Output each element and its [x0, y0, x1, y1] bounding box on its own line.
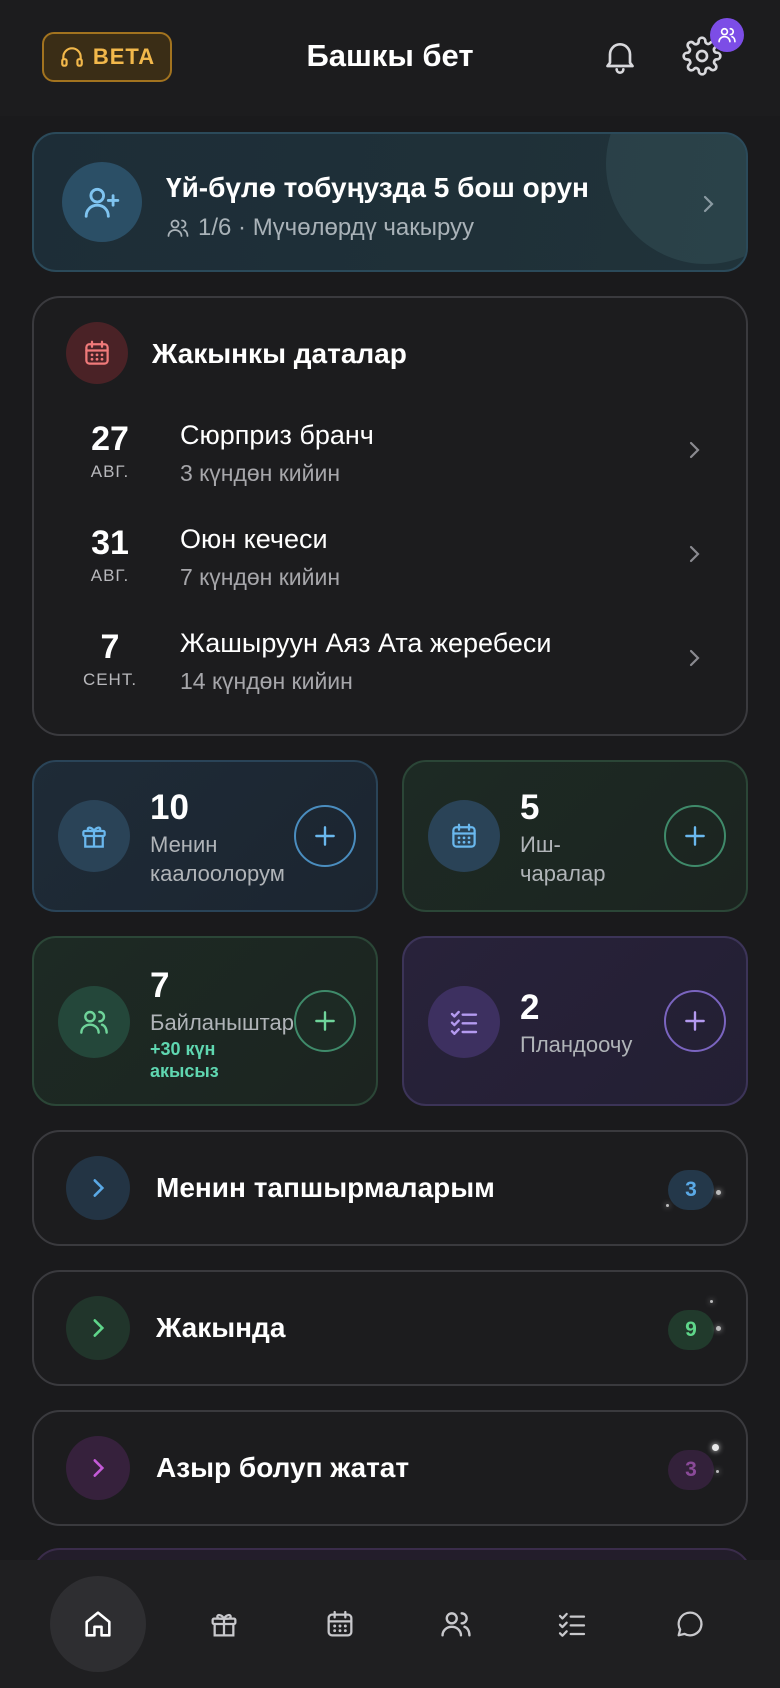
family-banner-subtitle-text: 1/6 · Мүчөлөрдү чакыруу [198, 214, 475, 241]
date-row[interactable]: 7 СЕНТ. Жашыруун Аяз Ата жеребеси 14 күн… [34, 618, 746, 718]
sparkle-decoration [710, 1300, 713, 1303]
add-wish-button[interactable] [294, 805, 356, 867]
events-label: Иш- чаралар [520, 830, 605, 888]
family-badge-icon [710, 18, 744, 52]
people-icon[interactable] [408, 1576, 504, 1672]
date-row[interactable]: 31 АВГ. Оюн кечеси 7 күндөн кийин [34, 514, 746, 614]
chevron-right-icon [66, 1156, 130, 1220]
date-month: АВГ. [90, 462, 130, 481]
wishlist-tile[interactable]: 10 Менин каалоолорум [32, 760, 378, 912]
sparkle-decoration [716, 1326, 721, 1331]
gift-icon [58, 800, 130, 872]
date-day: 7 [100, 628, 120, 666]
happening-now-label: Азыр болуп жатат [156, 1452, 410, 1483]
checklist-icon[interactable] [524, 1576, 620, 1672]
calendar-icon [428, 800, 500, 872]
upcoming-row[interactable]: Жакында 9 [32, 1270, 748, 1386]
family-banner-subtitle: 1/6 · Мүчөлөрдү чакыруу [166, 214, 474, 242]
chevron-right-icon [682, 542, 706, 566]
events-count: 5 [520, 788, 540, 827]
count-badge: 3 [668, 1170, 714, 1210]
event-countdown: 3 күндөн кийин [180, 460, 341, 486]
calendar-icon [66, 322, 128, 384]
planner-label: Пландоочу [520, 1032, 633, 1057]
add-event-button[interactable] [664, 805, 726, 867]
sparkle-decoration [716, 1190, 721, 1195]
planner-count: 2 [520, 988, 540, 1027]
sparkle-decoration [716, 1470, 719, 1473]
wishlist-label: Менин каалоолорум [150, 830, 285, 888]
chat-icon[interactable] [642, 1576, 738, 1672]
count-badge: 9 [668, 1310, 714, 1350]
event-name: Жашыруун Аяз Ата жеребеси [180, 628, 552, 658]
people-icon [58, 986, 130, 1058]
chevron-right-icon [682, 438, 706, 462]
date-month: СЕНТ. [82, 670, 138, 689]
events-label-line: чаралар [520, 861, 606, 886]
calendar-icon[interactable] [292, 1576, 388, 1672]
contacts-trial-note: +30 күн акысыз [150, 1038, 219, 1082]
my-tasks-row[interactable]: Менин тапшырмаларым 3 [32, 1130, 748, 1246]
sparkle-decoration [712, 1444, 719, 1451]
chevron-right-icon [682, 646, 706, 670]
upcoming-label: Жакында [156, 1312, 286, 1343]
checklist-icon [428, 986, 500, 1058]
sparkle-decoration [666, 1204, 669, 1207]
planner-tile[interactable]: 2 Пландоочу [402, 936, 748, 1106]
events-label-line: Иш- [520, 832, 561, 857]
date-month: АВГ. [90, 566, 130, 585]
date-row[interactable]: 27 АВГ. Сюрприз бранч 3 күндөн кийин [34, 410, 746, 510]
date-day: 27 [91, 420, 129, 458]
home-icon[interactable] [50, 1576, 146, 1672]
event-name: Оюн кечеси [180, 524, 328, 554]
my-tasks-label: Менин тапшырмаларым [156, 1172, 495, 1203]
bell-icon[interactable] [600, 36, 640, 76]
add-plan-button[interactable] [664, 990, 726, 1052]
wishlist-count: 10 [150, 788, 189, 827]
count-badge: 3 [668, 1450, 714, 1490]
wishlist-label-line: Менин [150, 832, 218, 857]
family-banner-title: Үй-бүлө тобуңузда 5 бош орун [166, 172, 589, 203]
event-countdown: 14 күндөн кийин [180, 668, 353, 694]
happening-now-row[interactable]: Азыр болуп жатат 3 [32, 1410, 748, 1526]
upcoming-dates-title: Жакынкы даталар [152, 338, 407, 369]
chevron-right-icon [66, 1436, 130, 1500]
family-group-banner[interactable]: Үй-бүлө тобуңузда 5 бош орун 1/6 · Мүчөл… [32, 132, 748, 272]
chevron-right-icon [66, 1296, 130, 1360]
contacts-trial-line: акысыз [150, 1061, 219, 1081]
contacts-label: Байланыштар [150, 1010, 294, 1035]
date-day: 31 [91, 524, 129, 562]
people-icon [166, 216, 190, 240]
contacts-count: 7 [150, 966, 170, 1005]
wishlist-label-line: каалоолорум [150, 861, 285, 886]
add-user-icon [62, 162, 142, 242]
contacts-trial-line: +30 күн [150, 1039, 216, 1059]
contacts-tile[interactable]: 7 Байланыштар +30 күн акысыз [32, 936, 378, 1106]
page-title: Башкы бет [306, 38, 474, 73]
chevron-right-icon [696, 192, 720, 216]
event-countdown: 7 күндөн кийин [180, 564, 341, 590]
events-tile[interactable]: 5 Иш- чаралар [402, 760, 748, 912]
add-contact-button[interactable] [294, 990, 356, 1052]
event-name: Сюрприз бранч [180, 420, 374, 450]
upcoming-dates-card: Жакынкы даталар 27 АВГ. Сюрприз бранч 3 … [32, 296, 748, 736]
gift-icon[interactable] [176, 1576, 272, 1672]
